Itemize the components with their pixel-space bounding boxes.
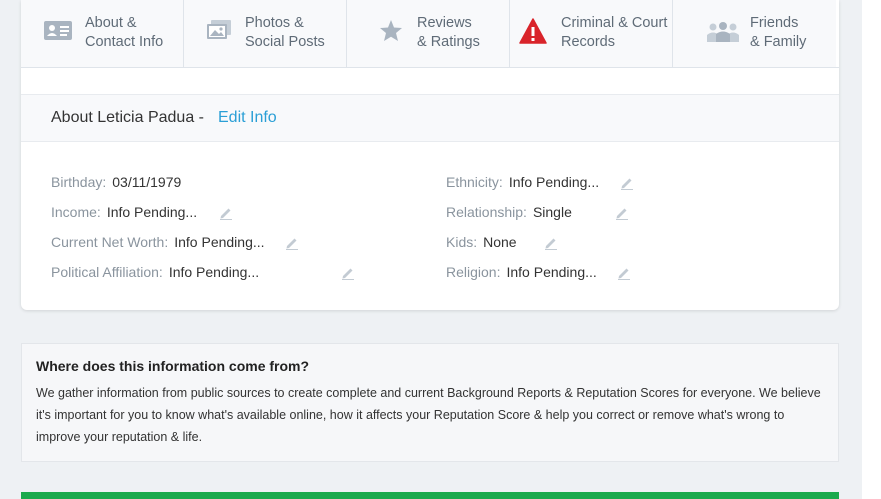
edit-net-worth-pencil-icon[interactable]: [285, 236, 299, 250]
field-label: Income:: [51, 204, 101, 220]
field-label: Kids:: [446, 234, 478, 250]
field-label: Birthday:: [51, 174, 107, 190]
tab-reviews-ratings[interactable]: Reviews & Ratings: [347, 0, 510, 67]
tab-criminal-court[interactable]: Criminal & Court Records: [510, 0, 673, 67]
edit-info-link[interactable]: Edit Info: [218, 109, 277, 127]
edit-kids-pencil-icon[interactable]: [544, 236, 558, 250]
field-relationship: Relationship: Single: [446, 204, 572, 220]
field-kids: Kids: None: [446, 234, 517, 250]
field-value: Info Pending...: [174, 234, 265, 250]
photos-icon: [206, 19, 232, 46]
field-value: Info Pending...: [508, 174, 600, 190]
tab-friends-family[interactable]: Friends & Family: [673, 0, 836, 67]
tab-friends-family-label: Friends & Family: [750, 15, 807, 50]
edit-ethnicity-pencil-icon[interactable]: [620, 176, 634, 190]
warning-icon: [519, 18, 547, 49]
about-header: About Leticia Padua - Edit Info: [21, 94, 839, 142]
field-label: Relationship:: [446, 204, 527, 220]
field-income: Income: Info Pending...: [51, 204, 197, 220]
tab-photos-social-label: Photos & Social Posts: [245, 15, 325, 50]
green-action-bar[interactable]: [21, 492, 839, 499]
field-label: Ethnicity:: [446, 174, 503, 190]
tab-criminal-court-label: Criminal & Court Records: [561, 15, 668, 50]
profile-card: About & Contact Info Photos & Social Pos…: [21, 0, 839, 310]
star-icon: [378, 19, 404, 48]
about-title: About Leticia Padua -: [51, 109, 204, 126]
info-source-box: Where does this information come from? W…: [21, 343, 839, 462]
edit-religion-pencil-icon[interactable]: [617, 266, 631, 280]
field-ethnicity: Ethnicity: Info Pending...: [446, 174, 599, 190]
tab-about-contact-label: About & Contact Info: [85, 15, 164, 50]
field-value: Info Pending...: [106, 204, 198, 220]
edit-income-pencil-icon[interactable]: [219, 206, 233, 220]
tab-reviews-ratings-label: Reviews & Ratings: [417, 15, 480, 50]
tab-about-contact[interactable]: About & Contact Info: [21, 0, 184, 67]
field-value: Single: [532, 204, 572, 220]
info-source-title: Where does this information come from?: [36, 358, 310, 374]
field-label: Religion:: [446, 264, 501, 280]
field-value: None: [483, 234, 517, 250]
field-political-affiliation: Political Affiliation: Info Pending...: [51, 264, 259, 280]
field-value: 03/11/1979: [112, 174, 182, 190]
profile-tabs: About & Contact Info Photos & Social Pos…: [21, 0, 839, 68]
contact-card-icon: [44, 19, 72, 46]
field-label: Current Net Worth:: [51, 234, 169, 250]
edit-relationship-pencil-icon[interactable]: [615, 206, 629, 220]
info-source-text: We gather information from public source…: [36, 386, 821, 444]
tab-photos-social[interactable]: Photos & Social Posts: [184, 0, 347, 67]
people-icon: [705, 22, 741, 47]
field-birthday: Birthday: 03/11/1979: [51, 174, 181, 190]
field-label: Political Affiliation:: [51, 264, 163, 280]
field-religion: Religion: Info Pending...: [446, 264, 597, 280]
field-net-worth: Current Net Worth: Info Pending...: [51, 234, 265, 250]
page-scroll-strip: [862, 0, 881, 499]
field-value: Info Pending...: [168, 264, 260, 280]
edit-political-pencil-icon[interactable]: [341, 266, 355, 280]
field-value: Info Pending...: [506, 264, 597, 280]
